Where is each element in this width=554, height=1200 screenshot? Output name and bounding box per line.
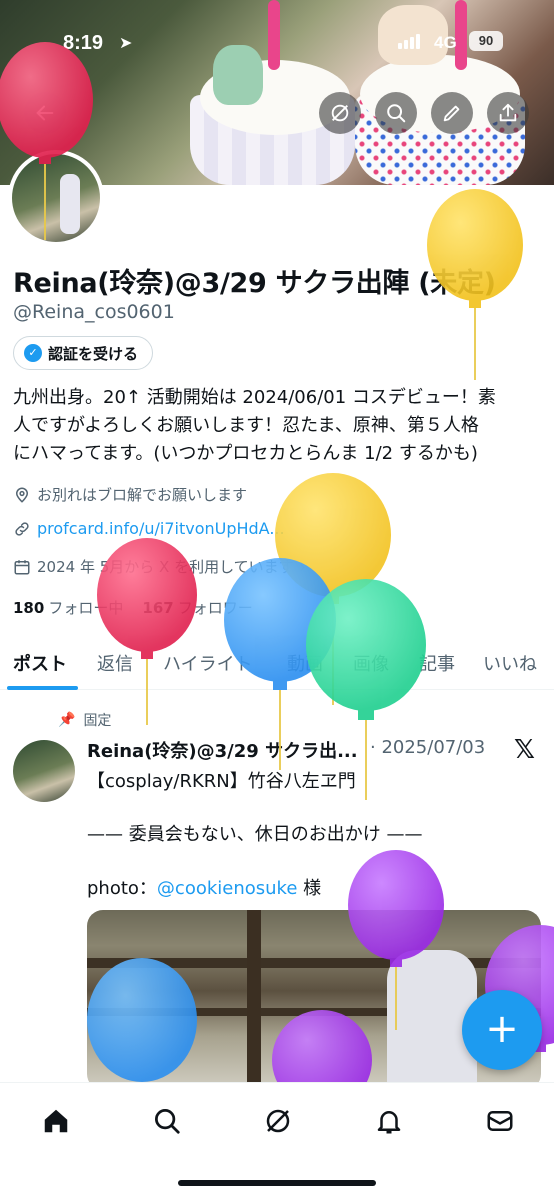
- nav-messages[interactable]: [480, 1101, 520, 1141]
- follow-stats: 180 フォロー中 167 フォロワー: [13, 597, 253, 618]
- active-tab-indicator: [7, 686, 78, 690]
- following-link[interactable]: 180 フォロー中: [13, 599, 123, 617]
- verified-check-icon: ✓: [24, 344, 42, 362]
- bio-line: 九州出身。20↑ 活動開始は 2024/06/01 コスデビュー！素: [13, 387, 496, 408]
- tab-videos[interactable]: 動画: [287, 650, 323, 676]
- profile-tabs: ポスト 返信 ハイライト 動画 画像 記事 いいね: [0, 640, 554, 690]
- following-count: 180: [13, 599, 45, 617]
- back-button[interactable]: [24, 92, 66, 134]
- nav-home[interactable]: [36, 1101, 76, 1141]
- avatar-person: [60, 174, 80, 234]
- edit-icon: [443, 105, 460, 122]
- location-text: お別れはブロ解でお願いします: [37, 486, 248, 504]
- get-verified-label: 認証を受ける: [48, 344, 139, 363]
- link-icon: [15, 521, 29, 536]
- tab-highlights[interactable]: ハイライト: [163, 650, 253, 676]
- share-icon: [499, 103, 517, 122]
- post-text-line: 【cosplay/RKRN】竹谷八左ヱ門: [87, 771, 356, 792]
- profile-bio: 九州出身。20↑ 活動開始は 2024/06/01 コスデビュー！素 人ですがよ…: [13, 384, 543, 468]
- status-time: 8:19: [63, 32, 104, 54]
- media-pillar: [247, 910, 261, 1090]
- share-button[interactable]: [487, 92, 529, 134]
- compose-post-button[interactable]: +: [462, 990, 542, 1070]
- tab-images[interactable]: 画像: [353, 650, 389, 676]
- pin-icon: 📌: [58, 712, 76, 728]
- profile-avatar[interactable]: [8, 150, 104, 246]
- tab-articles[interactable]: 記事: [419, 650, 455, 676]
- profile-joined: 2024 年 5月から X を利用しています ›: [13, 556, 306, 577]
- followers-count: 167: [142, 599, 174, 617]
- home-icon: [44, 1109, 68, 1133]
- pinned-label: 固定: [83, 713, 112, 729]
- messages-icon: [487, 1111, 513, 1131]
- grok-icon: [331, 104, 349, 122]
- profile-link[interactable]: profcard.info/u/i7itvonUpHdA...: [13, 519, 285, 538]
- signal-icon: [398, 34, 420, 49]
- post-mention[interactable]: @cookienosuke: [157, 878, 297, 899]
- nav-notifications[interactable]: [369, 1101, 409, 1141]
- status-bar: 8:19 ➤ 4G 90: [0, 0, 554, 60]
- edit-button[interactable]: [431, 92, 473, 134]
- search-button[interactable]: [375, 92, 417, 134]
- get-verified-button[interactable]: ✓ 認証を受ける: [13, 336, 154, 370]
- grok-icon: [266, 1109, 290, 1133]
- chevron-right-icon[interactable]: ›: [300, 558, 306, 576]
- battery-indicator: 90: [469, 31, 503, 51]
- post-text-suffix: 様: [297, 878, 322, 899]
- x-logo-icon: 𝕏: [514, 735, 535, 765]
- calendar-icon: [14, 559, 30, 574]
- profile-handle: @Reina_cos0601: [13, 301, 175, 323]
- followers-link[interactable]: 167 フォロワー: [142, 599, 252, 617]
- tab-posts[interactable]: ポスト: [13, 650, 67, 676]
- location-arrow-icon: ➤: [119, 35, 133, 52]
- arrow-left-icon: [36, 105, 54, 121]
- link-text[interactable]: profcard.info/u/i7itvonUpHdA...: [37, 519, 285, 538]
- search-icon: [387, 104, 406, 123]
- followers-label: フォロワー: [177, 599, 253, 617]
- network-type: 4G: [434, 33, 457, 52]
- post-date: · 2025/07/03: [370, 737, 486, 758]
- post-text-line: photo：@cookienosuke 様: [87, 874, 321, 900]
- post-avatar[interactable]: [13, 740, 75, 802]
- tab-replies[interactable]: 返信: [97, 650, 133, 676]
- pinned-indicator: 📌 固定: [58, 710, 111, 730]
- grok-button[interactable]: [319, 92, 361, 134]
- post-text-line: —— 委員会もない、休日のお出かけ ——: [87, 824, 423, 845]
- following-label: フォロー中: [48, 599, 124, 617]
- joined-text: 2024 年 5月から X を利用しています: [37, 558, 294, 576]
- tab-likes[interactable]: いいね: [483, 650, 537, 676]
- profile-name: Reina(玲奈)@3/29 サクラ出陣 (未定): [13, 268, 496, 299]
- bio-line: にハマってます。(いつかプロセカとらんま 1/2 するかも): [13, 443, 478, 464]
- location-pin-icon: [15, 487, 29, 503]
- profile-location: お別れはブロ解でお願いします: [13, 484, 247, 505]
- nav-search[interactable]: [147, 1101, 187, 1141]
- post-text-prefix: photo：: [87, 878, 157, 899]
- notifications-icon: [377, 1111, 401, 1134]
- post-media-image[interactable]: [87, 910, 541, 1090]
- bio-line: 人ですがよろしくお願いします！忍たま、原神、第５人格: [13, 415, 479, 436]
- nav-grok[interactable]: [258, 1101, 298, 1141]
- home-indicator: [178, 1180, 376, 1186]
- search-icon: [155, 1109, 180, 1134]
- post-author[interactable]: Reina(玲奈)@3/29 サクラ出...: [87, 737, 358, 763]
